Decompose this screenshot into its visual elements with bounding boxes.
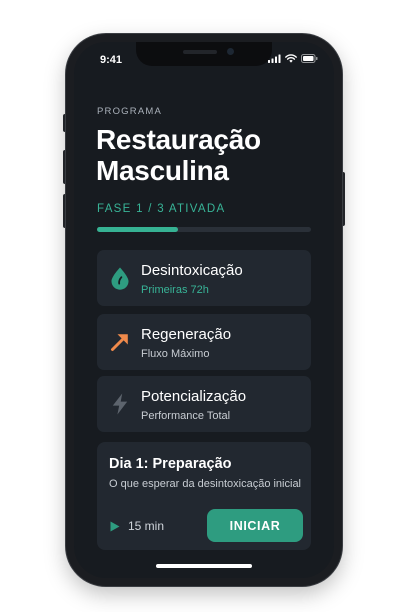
lesson-card: Dia 1: Preparação O que esperar da desin… <box>97 442 311 550</box>
status-time: 9:41 <box>100 54 123 66</box>
front-camera <box>227 48 234 55</box>
lesson-duration: 15 min <box>128 519 165 533</box>
stage-name: Desintoxicação <box>141 262 243 279</box>
phase-progress-bar <box>97 227 311 232</box>
stage-name: Potencialização <box>141 388 247 405</box>
battery-icon <box>301 54 318 63</box>
start-button[interactable]: INICIAR <box>207 509 303 542</box>
signal-icon <box>268 54 281 63</box>
stage-name: Regeneração <box>141 326 232 343</box>
program-eyebrow: PROGRAMA <box>97 106 163 117</box>
stage-card-regeneracao[interactable]: Regeneração Fluxo Máximo <box>97 314 311 370</box>
lightning-icon <box>112 393 128 415</box>
lesson-description: O que esperar da desintoxicação inicial <box>109 478 302 490</box>
home-indicator[interactable] <box>156 564 252 568</box>
speaker-grille <box>183 50 217 54</box>
title-line-1: Restauração <box>96 124 261 155</box>
wifi-icon <box>285 54 297 63</box>
stage-card-potencializacao[interactable]: Potencialização Performance Total <box>97 376 311 432</box>
title-line-2: Masculina <box>96 155 229 186</box>
play-icon <box>110 521 120 532</box>
drop-icon <box>111 267 129 290</box>
page-title: Restauração Masculina <box>96 124 261 186</box>
stage-card-desintoxicacao[interactable]: Desintoxicação Primeiras 72h <box>97 250 311 306</box>
lesson-title: Dia 1: Preparação <box>109 456 232 472</box>
phase-status: FASE 1 / 3 ATIVADA <box>97 203 226 215</box>
phase-progress-fill <box>97 227 179 232</box>
stage-subtitle: Primeiras 72h <box>141 284 209 296</box>
arrow-up-right-icon <box>111 334 128 351</box>
stage-subtitle: Performance Total <box>141 410 231 422</box>
stage-subtitle: Fluxo Máximo <box>141 348 210 360</box>
notch <box>136 42 272 66</box>
canvas: 9:41 PROGRAMA Restauração Masculina FASE… <box>0 0 408 612</box>
status-icons <box>268 54 318 63</box>
app-screen: 9:41 PROGRAMA Restauração Masculina FASE… <box>74 42 334 578</box>
